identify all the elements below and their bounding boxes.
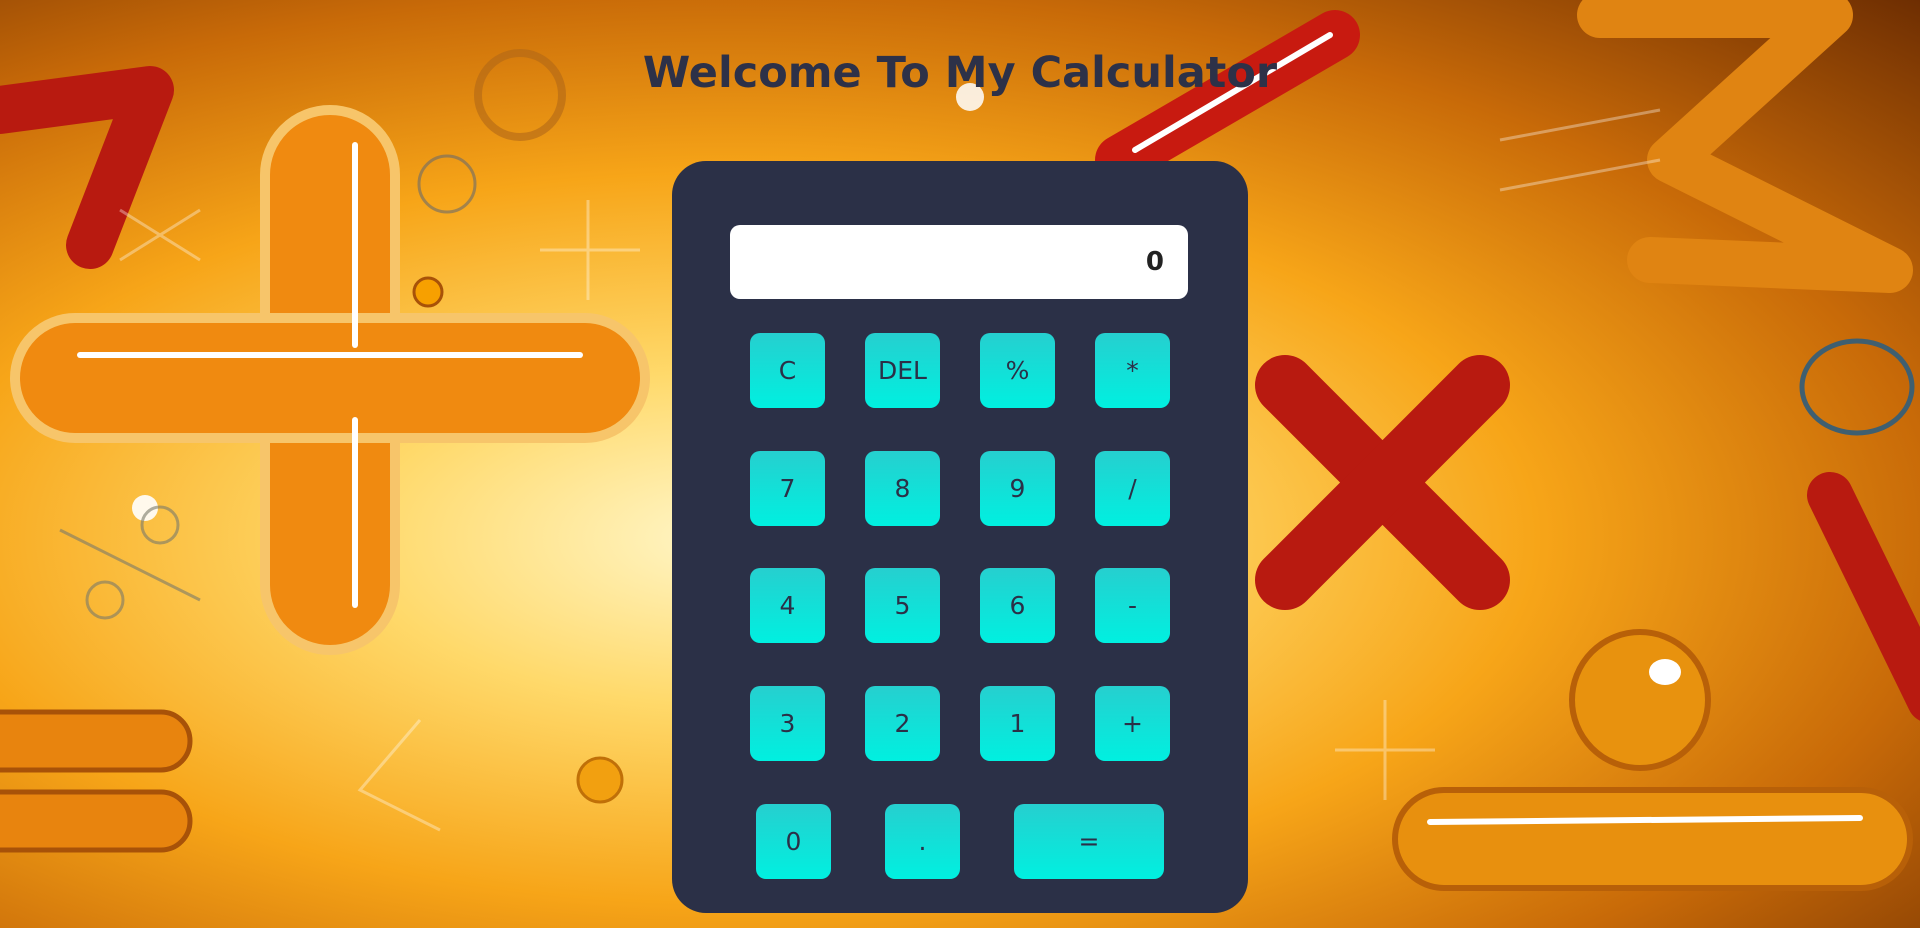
digit-1-button[interactable]: 1	[980, 686, 1055, 761]
digit-2-button[interactable]: 2	[865, 686, 940, 761]
seven-shape-top-left	[0, 66, 174, 269]
add-button[interactable]: +	[1095, 686, 1170, 761]
slash-symbol-right	[1807, 472, 1920, 721]
digit-0-button[interactable]: 0	[756, 804, 831, 879]
equals-button[interactable]: =	[1014, 804, 1164, 879]
page-background: Welcome To My Calculator 0 C DEL % * 7 8…	[0, 0, 1920, 928]
digit-8-button[interactable]: 8	[865, 451, 940, 526]
percent-shape-left	[59, 505, 201, 620]
digit-3-button[interactable]: 3	[750, 686, 825, 761]
multiply-button[interactable]: *	[1095, 333, 1170, 408]
equals-symbol-bottom-left	[0, 709, 193, 853]
delete-button[interactable]: DEL	[865, 333, 940, 408]
minus-symbol-bottom-right	[1392, 787, 1913, 891]
subtract-button[interactable]: -	[1095, 568, 1170, 643]
digit-4-button[interactable]: 4	[750, 568, 825, 643]
percent-button[interactable]: %	[980, 333, 1055, 408]
clear-button[interactable]: C	[750, 333, 825, 408]
digit-5-button[interactable]: 5	[865, 568, 940, 643]
page-title: Welcome To My Calculator	[642, 48, 1278, 98]
calculator-panel: 0 C DEL % * 7 8 9 / 4 5 6 - 3 2 1 + 0 . …	[672, 161, 1248, 913]
multiply-symbol-right	[1255, 355, 1510, 610]
calculator-display: 0	[730, 225, 1188, 299]
divide-button[interactable]: /	[1095, 451, 1170, 526]
digit-9-button[interactable]: 9	[980, 451, 1055, 526]
decimal-button[interactable]: .	[885, 804, 960, 879]
digit-7-button[interactable]: 7	[750, 451, 825, 526]
digit-6-button[interactable]: 6	[980, 568, 1055, 643]
